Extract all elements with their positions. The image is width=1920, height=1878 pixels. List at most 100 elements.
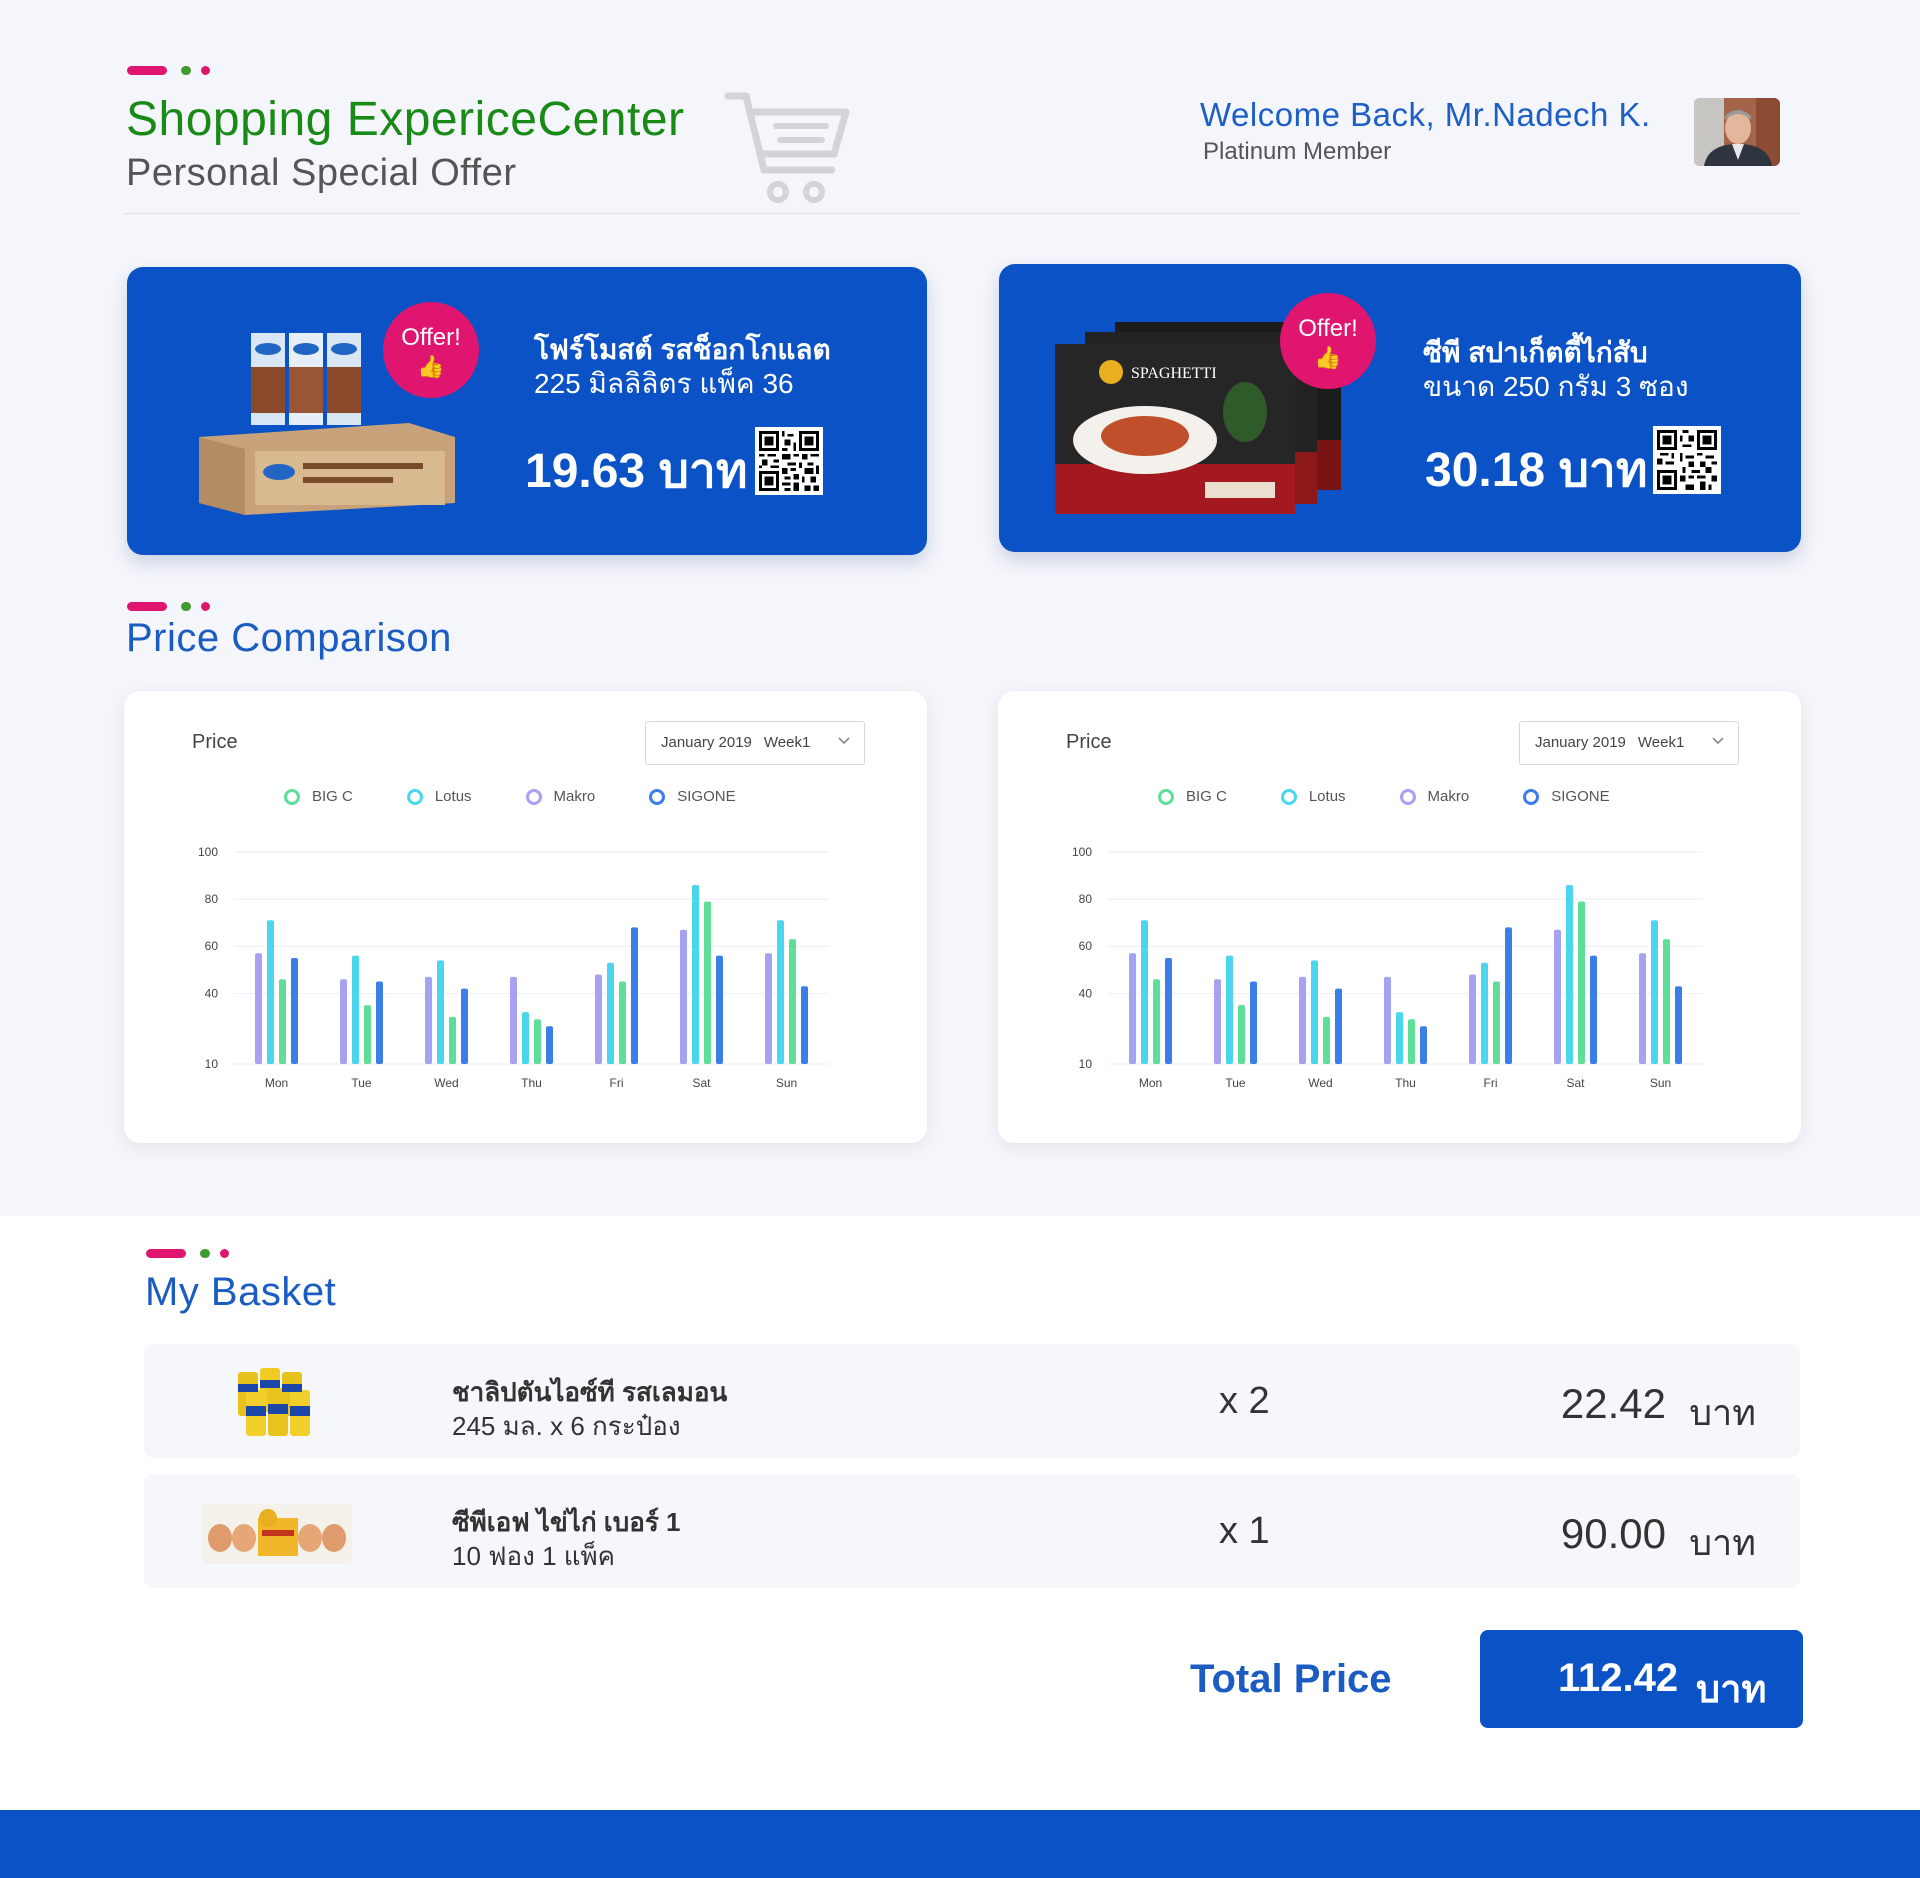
offer-name-line1: ซีพี สปาเก็ตตี้ไก่สับ: [1423, 337, 1648, 368]
y-tick-label: 10: [205, 1057, 219, 1071]
bar-bigc: [789, 939, 796, 1064]
price-bar-chart: 10 40 60 80 100 Mon Tue Wed Thu Fri Sat Sun: [198, 845, 829, 1090]
bar-makro: [1469, 974, 1476, 1064]
x-tick-label: Fri: [610, 1076, 624, 1090]
offer-name-line1: โฟร์โมสต์ รสช็อกโกแลต: [534, 334, 831, 365]
bar-lotus: [607, 962, 614, 1064]
x-tick-label: Thu: [521, 1076, 542, 1090]
bar-sigone: [1675, 986, 1682, 1064]
basket-item-price: 22.42: [1560, 1380, 1666, 1427]
bar-sigone: [1420, 1026, 1427, 1064]
svg-text:SPAGHETTI: SPAGHETTI: [1131, 365, 1217, 382]
bar-bigc: [1408, 1019, 1415, 1064]
welcome-text: Welcome Back, Mr.Nadech K.: [1200, 96, 1651, 133]
offer-product-name-2: ซีพี สปาเก็ตตี้ไก่สับ ขนาด 250 กรัม 3 ซอ…: [1423, 336, 1689, 404]
offer-price-2: 30.18 บาท: [1425, 444, 1648, 497]
total-price-currency: บาท: [1696, 1669, 1767, 1711]
basket-item-price: 90.00: [1560, 1510, 1666, 1557]
basket-item-currency: บาท: [1689, 1522, 1756, 1563]
bar-bigc: [704, 901, 711, 1064]
basket-item-currency: บาท: [1689, 1392, 1756, 1433]
lemon-tea-cans-image: [232, 1362, 322, 1442]
bar-lotus: [522, 1012, 529, 1064]
x-tick-label: Mon: [1139, 1076, 1162, 1090]
bar-bigc: [1493, 981, 1500, 1064]
price-chart-card-2: Price January 2019 Week1 BIG C Lotus Makr…: [998, 691, 1801, 1143]
offer-name-line2: 225 มิลลิลิตร แพ็ค 36: [534, 368, 794, 399]
total-price-label: Total Price: [1190, 1657, 1392, 1701]
y-tick-label: 40: [1079, 986, 1093, 1000]
total-price-value: 112.42: [1558, 1656, 1679, 1700]
offer-badge-2: Offer! 👍: [1280, 293, 1376, 389]
x-tick-label: Sun: [776, 1076, 797, 1090]
bar-lotus: [1226, 955, 1233, 1064]
user-avatar[interactable]: [1694, 98, 1780, 166]
thumbs-up-icon: 👍: [417, 354, 445, 379]
total-price-box[interactable]: 112.42 บาท: [1480, 1630, 1803, 1728]
qr-code-icon[interactable]: [755, 427, 823, 495]
x-tick-label: Sat: [1566, 1076, 1585, 1090]
thumbs-up-icon: 👍: [1314, 345, 1342, 370]
basket-item-quantity[interactable]: x 1: [1219, 1510, 1270, 1553]
basket-item-detail: 10 ฟอง 1 แพ็ค: [452, 1541, 616, 1571]
offer-card-1[interactable]: Offer! 👍 โฟร์โมสต์ รสช็อกโกแลต 225 มิลลิ…: [127, 267, 927, 555]
bar-bigc: [1323, 1016, 1330, 1064]
bar-sigone: [291, 958, 298, 1064]
y-tick-label: 10: [1079, 1057, 1093, 1071]
bar-sigone: [631, 927, 638, 1064]
bar-bigc: [1153, 979, 1160, 1064]
bar-makro: [680, 929, 687, 1064]
bar-makro: [1639, 953, 1646, 1064]
x-tick-label: Wed: [1308, 1076, 1332, 1090]
basket-row[interactable]: ซีพีเอฟ ไข่ไก่ เบอร์ 1 10 ฟอง 1 แพ็ค x 1…: [144, 1474, 1800, 1588]
bar-bigc: [1663, 939, 1670, 1064]
bar-bigc: [534, 1019, 541, 1064]
y-tick-label: 100: [1072, 845, 1092, 859]
bar-lotus: [267, 920, 274, 1064]
offer-card-2[interactable]: SPAGHETTI Offer! 👍 ซีพี สปาเก็ตตี้ไก่สับ…: [999, 264, 1801, 552]
bar-sigone: [801, 986, 808, 1064]
footer-bar: [0, 1810, 1920, 1878]
bar-bigc: [1578, 901, 1585, 1064]
y-tick-label: 80: [1079, 892, 1093, 906]
shopping-cart-icon: [724, 88, 852, 206]
bar-makro: [1214, 979, 1221, 1064]
basket-item-quantity[interactable]: x 2: [1219, 1380, 1270, 1423]
bar-bigc: [619, 981, 626, 1064]
page-title: Shopping ExpericeCenter: [126, 93, 685, 146]
bar-makro: [255, 953, 262, 1064]
bar-lotus: [1141, 920, 1148, 1064]
qr-code-icon[interactable]: [1653, 426, 1721, 494]
bar-sigone: [376, 981, 383, 1064]
bar-makro: [510, 976, 517, 1064]
bar-sigone: [546, 1026, 553, 1064]
bar-lotus: [1396, 1012, 1403, 1064]
bar-lotus: [692, 884, 699, 1064]
bar-lotus: [437, 960, 444, 1064]
bar-lotus: [1311, 960, 1318, 1064]
offer-badge-1: Offer! 👍: [383, 302, 479, 398]
bar-makro: [1554, 929, 1561, 1064]
bar-bigc: [279, 979, 286, 1064]
y-tick-label: 60: [1079, 939, 1093, 953]
y-tick-label: 100: [198, 845, 218, 859]
basket-row[interactable]: ชาลิปตันไอซ์ที รสเลมอน 245 มล. x 6 กระป๋…: [144, 1344, 1800, 1458]
bar-sigone: [1590, 955, 1597, 1064]
x-tick-label: Tue: [1225, 1076, 1246, 1090]
x-tick-label: Sat: [692, 1076, 711, 1090]
bar-lotus: [1566, 884, 1573, 1064]
x-tick-label: Sun: [1650, 1076, 1671, 1090]
header-divider: [124, 213, 1800, 214]
bar-lotus: [352, 955, 359, 1064]
bar-makro: [340, 979, 347, 1064]
membership-level: Platinum Member: [1203, 138, 1392, 165]
offer-price-1: 19.63 บาท: [525, 445, 748, 498]
bar-sigone: [461, 988, 468, 1064]
bar-makro: [1129, 953, 1136, 1064]
bar-makro: [765, 953, 772, 1064]
price-bar-chart: 10 40 60 80 100 Mon Tue Wed Thu Fri Sat Sun: [1072, 845, 1703, 1090]
x-tick-label: Thu: [1395, 1076, 1416, 1090]
bar-sigone: [1165, 958, 1172, 1064]
offer-product-name-1: โฟร์โมสต์ รสช็อกโกแลต 225 มิลลิลิตร แพ็ค…: [534, 333, 831, 401]
page-subtitle: Personal Special Offer: [126, 152, 517, 194]
